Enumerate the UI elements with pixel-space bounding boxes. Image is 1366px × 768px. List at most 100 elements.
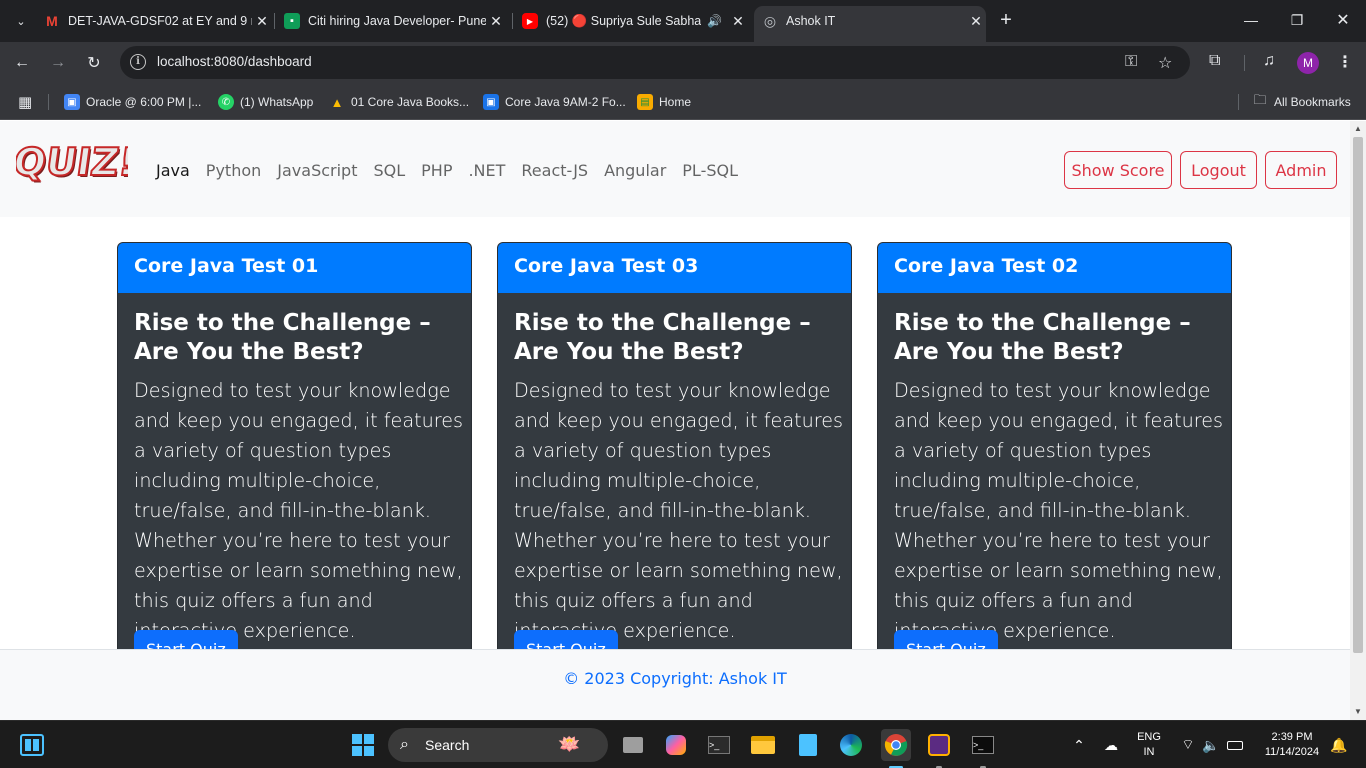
card-text: Designed to test your knowledge and keep… (894, 379, 1224, 642)
quiz-logo[interactable]: QUIZ! QUIZ! (16, 139, 128, 185)
logout-button[interactable]: Logout (1180, 151, 1257, 189)
bookmark-item[interactable]: ▲ 01 Core Java Books... (329, 92, 470, 112)
search-placeholder: Search (425, 737, 470, 753)
nav-link-plsql[interactable]: PL-SQL (682, 161, 738, 180)
notepad-icon[interactable] (795, 732, 821, 758)
file-explorer-icon[interactable] (750, 732, 776, 758)
taskbar-search[interactable]: ⌕ Search 🪷 (388, 728, 608, 762)
site-info-icon[interactable]: i (130, 54, 146, 70)
quiz-card: Core Java Test 03 Rise to the Challenge … (497, 242, 852, 662)
menu-icon[interactable]: ⋮ (1337, 52, 1353, 72)
language-indicator[interactable]: ENG IN (1132, 730, 1166, 760)
edge-icon[interactable] (838, 732, 864, 758)
url-text[interactable]: localhost:8080/dashboard (157, 54, 312, 69)
minimize-button[interactable]: — (1228, 0, 1274, 40)
app-icon[interactable] (926, 732, 952, 758)
bookmark-label: 01 Core Java Books... (351, 95, 470, 109)
scroll-up-icon[interactable]: ▲ (1354, 125, 1362, 133)
youtube-icon: ▶ (522, 13, 538, 29)
copilot-icon[interactable] (663, 732, 689, 758)
close-window-button[interactable]: ✕ (1320, 0, 1366, 40)
start-icon[interactable] (350, 732, 376, 758)
page-scrollbar[interactable]: ▲ ▼ (1350, 121, 1366, 720)
tab-title: Ashok IT (786, 14, 836, 28)
key-icon[interactable]: ⚿ (1125, 53, 1137, 71)
web-page: QUIZ! QUIZ! Java Python JavaScript SQL P… (0, 121, 1350, 720)
quiz-category-nav: Java Python JavaScript SQL PHP .NET Reac… (156, 161, 754, 180)
speaker-icon[interactable]: 🔊 (707, 14, 722, 28)
chrome-icon[interactable] (881, 729, 911, 761)
restore-button[interactable]: ❐ (1274, 0, 1320, 40)
nav-link-java[interactable]: Java (156, 161, 190, 180)
cloud-sync-icon[interactable]: ☁ (1098, 732, 1124, 758)
search-icon: ⌕ (400, 736, 409, 753)
tab-search-button[interactable]: ⌄ (8, 8, 34, 34)
card-text: Designed to test your knowledge and keep… (514, 379, 844, 642)
all-bookmarks-label: All Bookmarks (1274, 95, 1351, 109)
all-bookmarks[interactable]: 🗀 All Bookmarks (1252, 92, 1351, 112)
close-icon[interactable]: ✕ (252, 13, 272, 30)
svg-text:QUIZ!: QUIZ! (16, 141, 128, 185)
tab-title: DET-JAVA-GDSF02 at EY and 9 n (68, 14, 252, 28)
profile-avatar[interactable]: M (1297, 52, 1319, 74)
copyright-text: © 2023 Copyright: Ashok IT (563, 669, 787, 688)
tab-gmail[interactable]: M DET-JAVA-GDSF02 at EY and 9 n ✕ (44, 6, 272, 36)
nav-link-react[interactable]: React-JS (521, 161, 588, 180)
clock-date: 11/14/2024 (1264, 746, 1320, 758)
clock[interactable]: 2:39 PM 11/14/2024 (1256, 730, 1328, 760)
nav-link-angular[interactable]: Angular (604, 161, 666, 180)
apps-icon[interactable]: ▦ (18, 92, 32, 112)
tab-strip: ⌄ M DET-JAVA-GDSF02 at EY and 9 n ✕ ▪ Ci… (0, 0, 1366, 42)
card-header: Core Java Test 01 (118, 243, 471, 293)
sheet-icon: ▪ (284, 13, 300, 29)
battery-icon[interactable] (1222, 732, 1248, 758)
show-score-button[interactable]: Show Score (1064, 151, 1172, 189)
widgets-icon[interactable] (19, 732, 45, 758)
bookmark-item[interactable]: ▤ Home (637, 92, 691, 112)
close-icon[interactable]: ✕ (486, 13, 506, 30)
nav-link-sql[interactable]: SQL (373, 161, 405, 180)
nav-link-dotnet[interactable]: .NET (468, 161, 505, 180)
notification-bell-icon[interactable]: 🔔 (1326, 732, 1352, 758)
nav-link-javascript[interactable]: JavaScript (277, 161, 357, 180)
task-view-icon[interactable] (620, 732, 646, 758)
scroll-thumb[interactable] (1353, 137, 1363, 653)
card-title: Rise to the Challenge – Are You the Best… (514, 310, 811, 365)
gmail-icon: M (46, 13, 58, 29)
card-header: Core Java Test 03 (498, 243, 851, 293)
forward-icon[interactable]: → (45, 50, 71, 76)
language-code: ENG (1137, 731, 1161, 743)
tab-title: (52) 🔴 Supriya Sule Sabha (546, 13, 702, 28)
admin-button[interactable]: Admin (1265, 151, 1337, 189)
close-icon[interactable]: ✕ (728, 13, 748, 30)
bookmark-label: Core Java 9AM-2 Fo... (505, 95, 626, 109)
site-navbar: QUIZ! QUIZ! Java Python JavaScript SQL P… (0, 121, 1350, 217)
site-footer: © 2023 Copyright: Ashok IT (0, 649, 1350, 720)
bookmark-item[interactable]: ▣ Oracle @ 6:00 PM |... (64, 92, 201, 112)
close-icon[interactable]: ✕ (966, 13, 986, 30)
chevron-up-icon[interactable]: ⌃ (1066, 732, 1092, 758)
card-title: Rise to the Challenge – Are You the Best… (134, 310, 431, 365)
volume-icon[interactable]: 🔈 (1198, 732, 1224, 758)
new-tab-button[interactable]: + (994, 9, 1018, 33)
clock-time: 2:39 PM (1271, 731, 1313, 743)
bookmark-label: Home (659, 95, 692, 109)
command-prompt-icon[interactable]: >_ (970, 732, 996, 758)
media-control-icon[interactable]: ♫ (1263, 52, 1275, 70)
tab-youtube[interactable]: ▶ (52) 🔴 Supriya Sule Sabha 🔊 ✕ (522, 6, 748, 36)
tab-title: Citi hiring Java Developer- Pune (308, 14, 486, 28)
nav-link-php[interactable]: PHP (421, 161, 452, 180)
bookmark-item[interactable]: ▣ Core Java 9AM-2 Fo... (483, 92, 626, 112)
terminal-icon[interactable]: >_ (706, 732, 732, 758)
extensions-icon[interactable]: ⧉ (1209, 52, 1220, 70)
nav-link-python[interactable]: Python (206, 161, 261, 180)
back-icon[interactable]: ← (9, 50, 35, 76)
tab-ashok-it[interactable]: ◎ Ashok IT ✕ (754, 6, 986, 42)
scroll-down-icon[interactable]: ▼ (1354, 708, 1362, 716)
bookmark-item[interactable]: ✆ (1) WhatsApp (218, 92, 313, 112)
browser-toolbar: ← → ↻ i localhost:8080/dashboard ⚿ ☆ ⧉ ♫… (0, 42, 1366, 84)
bookmark-star-icon[interactable]: ☆ (1158, 53, 1172, 73)
address-bar[interactable]: i localhost:8080/dashboard ⚿ ☆ (120, 46, 1190, 79)
tab-citi[interactable]: ▪ Citi hiring Java Developer- Pune ✕ (284, 6, 506, 36)
reload-icon[interactable]: ↻ (81, 50, 107, 76)
